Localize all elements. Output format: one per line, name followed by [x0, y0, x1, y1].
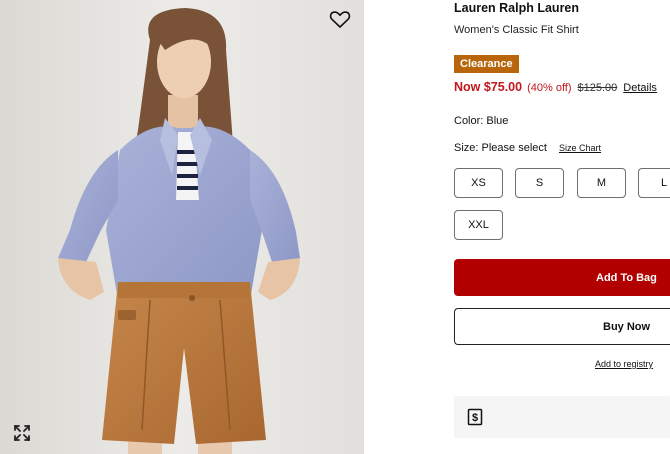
promo-offer-box[interactable]: $ — [454, 396, 670, 438]
buy-now-button[interactable]: Buy Now — [454, 308, 670, 345]
expand-arrows-icon — [14, 425, 30, 441]
product-info-panel: Lauren Ralph Lauren Women's Classic Fit … — [454, 0, 670, 454]
clearance-badge: Clearance — [454, 55, 519, 73]
add-to-registry-link[interactable]: Add to registry — [595, 359, 653, 369]
size-option-m[interactable]: M — [577, 168, 626, 198]
dollar-tag-icon: $ — [467, 408, 483, 426]
sale-price: Now $75.00 — [454, 80, 523, 94]
heart-outline-icon — [329, 11, 351, 28]
size-option-s[interactable]: S — [515, 168, 564, 198]
size-option-xs[interactable]: XS — [454, 168, 503, 198]
color-selection-label: Color: Blue — [454, 115, 509, 127]
add-to-bag-button[interactable]: Add To Bag — [454, 259, 670, 296]
favorite-button[interactable] — [328, 8, 352, 30]
price-row: Now $75.00 (40% off) $125.00 Details — [454, 80, 657, 94]
size-chart-link[interactable]: Size Chart — [559, 143, 601, 153]
expand-image-button[interactable] — [12, 423, 32, 443]
discount-percent: (40% off) — [527, 82, 572, 94]
original-price: $125.00 — [577, 82, 618, 94]
price-details-link[interactable]: Details — [623, 82, 657, 94]
size-option-l[interactable]: L — [638, 168, 670, 198]
product-photo[interactable] — [0, 0, 364, 454]
product-image-gallery — [0, 0, 364, 454]
size-option-xxl[interactable]: XXL — [454, 210, 503, 240]
product-brand[interactable]: Lauren Ralph Lauren — [454, 1, 579, 15]
product-title: Women's Classic Fit Shirt — [454, 24, 579, 36]
svg-text:$: $ — [472, 412, 478, 424]
size-selection-row: Size: Please select Size Chart — [454, 142, 601, 154]
size-selection-label: Size: Please select — [454, 142, 547, 154]
